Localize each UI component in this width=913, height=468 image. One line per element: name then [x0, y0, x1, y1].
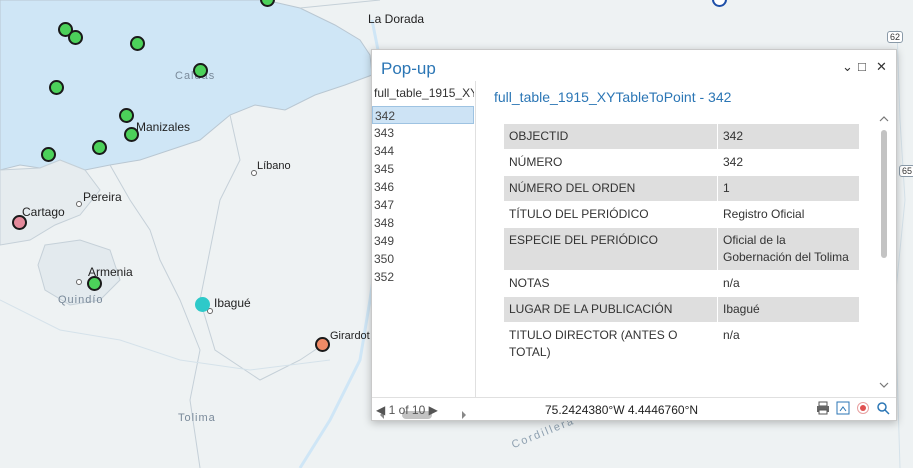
pager-text: 1 of 10	[388, 403, 426, 417]
attribute-value: Registro Oficial	[717, 201, 860, 228]
attribute-field: NÚMERO DEL ORDEN	[503, 175, 718, 202]
attribute-value: 342	[717, 123, 860, 150]
map-marker-pink[interactable]	[12, 215, 27, 230]
road-badge: 62	[887, 31, 904, 43]
attribute-field: ESPECIE DEL PERIÓDICO	[503, 227, 718, 271]
layer-header: full_table_1915_XYTa	[374, 86, 474, 100]
coordinate-readout: 75.2424380°W 4.4446760°N	[545, 403, 699, 417]
feature-title: full_table_1915_XYTableToPoint - 342	[494, 89, 732, 105]
city-label-la-dorada: La Dorada	[368, 12, 425, 26]
city-label-girardot: Girardot	[330, 330, 370, 342]
dept-label-quindio: Quindío	[58, 294, 104, 306]
collapse-button[interactable]: ⌄	[842, 59, 853, 75]
attribute-row: TITULO DIRECTOR (ANTES O TOTAL) n/a	[503, 322, 860, 366]
pager[interactable]: ◀ 1 of 10 ▶	[376, 403, 438, 417]
map-marker-green[interactable]	[130, 36, 145, 51]
city-label-ibague: Ibagué	[214, 296, 251, 310]
map-marker-salmon[interactable]	[315, 337, 330, 352]
popup-window: Pop-up ⌄ □ ✕ full_table_1915_XYTa 342 34…	[371, 49, 897, 421]
flash-icon[interactable]	[856, 401, 870, 415]
feature-list: 342 343 344 345 346 347 348 349 350 352	[372, 106, 474, 286]
popup-title: Pop-up	[381, 59, 436, 78]
city-label-manizales: Manizales	[136, 120, 191, 134]
attribute-value: 342	[717, 149, 860, 176]
feature-list-item[interactable]: 343	[372, 124, 474, 142]
attribute-row: LUGAR DE LA PUBLICACIÓN Ibagué	[503, 296, 860, 323]
popup-tools	[816, 401, 890, 415]
feature-list-pane: full_table_1915_XYTa 342 343 344 345 346…	[372, 81, 476, 419]
attribute-value: Oficial de la Gobernación del Tolima	[717, 227, 860, 271]
attribute-value: 1	[717, 175, 860, 202]
road-badge: 65	[899, 165, 913, 177]
attribute-value: Ibagué	[717, 296, 860, 323]
prev-icon[interactable]: ◀	[376, 403, 385, 417]
dept-label-tolima: Tolima	[178, 412, 216, 424]
feature-list-item[interactable]: 352	[372, 268, 474, 286]
map-marker-green[interactable]	[92, 140, 107, 155]
attribute-row: OBJECTID 342	[503, 123, 860, 150]
attribute-row: NÚMERO DEL ORDEN 1	[503, 175, 860, 202]
town-dot	[76, 279, 82, 285]
attribute-field: NOTAS	[503, 270, 718, 297]
map-marker-selected-cyan[interactable]	[195, 297, 210, 312]
attribute-field: TÍTULO DEL PERIÓDICO	[503, 201, 718, 228]
map-marker-green[interactable]	[49, 80, 64, 95]
map-marker-green[interactable]	[193, 63, 208, 78]
city-label-cartago: Cartago	[22, 205, 65, 219]
map-marker-green[interactable]	[41, 147, 56, 162]
town-dot	[76, 201, 82, 207]
attribute-value: n/a	[717, 270, 860, 297]
close-button[interactable]: ✕	[876, 59, 887, 75]
print-icon[interactable]	[816, 401, 830, 415]
map-marker-green[interactable]	[119, 108, 134, 123]
attribute-row: NÚMERO 342	[503, 149, 860, 176]
vertical-scrollbar[interactable]	[877, 112, 891, 397]
zoom-to-icon[interactable]	[836, 401, 850, 415]
attribute-table: OBJECTID 342 NÚMERO 342 NÚMERO DEL ORDEN 1 TÍT…	[503, 123, 860, 391]
feature-list-item[interactable]: 350	[372, 250, 474, 268]
map-marker-green[interactable]	[124, 127, 139, 142]
maximize-button[interactable]: □	[858, 59, 866, 74]
attribute-field: OBJECTID	[503, 123, 718, 150]
city-label-pereira: Pereira	[83, 190, 122, 204]
next-icon[interactable]: ▶	[429, 403, 438, 417]
map-marker-green[interactable]	[68, 30, 83, 45]
attribute-row: NOTAS n/a	[503, 270, 860, 297]
attribute-row: TÍTULO DEL PERIÓDICO Registro Oficial	[503, 201, 860, 228]
map-view[interactable]: La Dorada Caldas Manizales Líbano Pereir…	[0, 0, 913, 468]
feature-list-item[interactable]: 344	[372, 142, 474, 160]
attribute-row: ESPECIE DEL PERIÓDICO Oficial de la Gober…	[503, 227, 860, 271]
attribute-value: n/a	[717, 322, 860, 366]
feature-list-item[interactable]: 347	[372, 196, 474, 214]
feature-list-item[interactable]: 342	[372, 106, 474, 124]
map-marker-green[interactable]	[87, 276, 102, 291]
feature-list-item[interactable]: 348	[372, 214, 474, 232]
feature-list-item[interactable]: 345	[372, 160, 474, 178]
feature-list-item[interactable]: 346	[372, 178, 474, 196]
attribute-field: TITULO DIRECTOR (ANTES O TOTAL)	[503, 322, 718, 366]
pan-to-icon[interactable]	[876, 401, 890, 415]
attribute-field: LUGAR DE LA PUBLICACIÓN	[503, 296, 718, 323]
popup-status-bar: ◀ 1 of 10 ▶ 75.2424380°W 4.4446760°N	[372, 397, 896, 421]
city-label-libano: Líbano	[257, 160, 291, 172]
feature-list-item[interactable]: 349	[372, 232, 474, 250]
attribute-field: NÚMERO	[503, 149, 718, 176]
